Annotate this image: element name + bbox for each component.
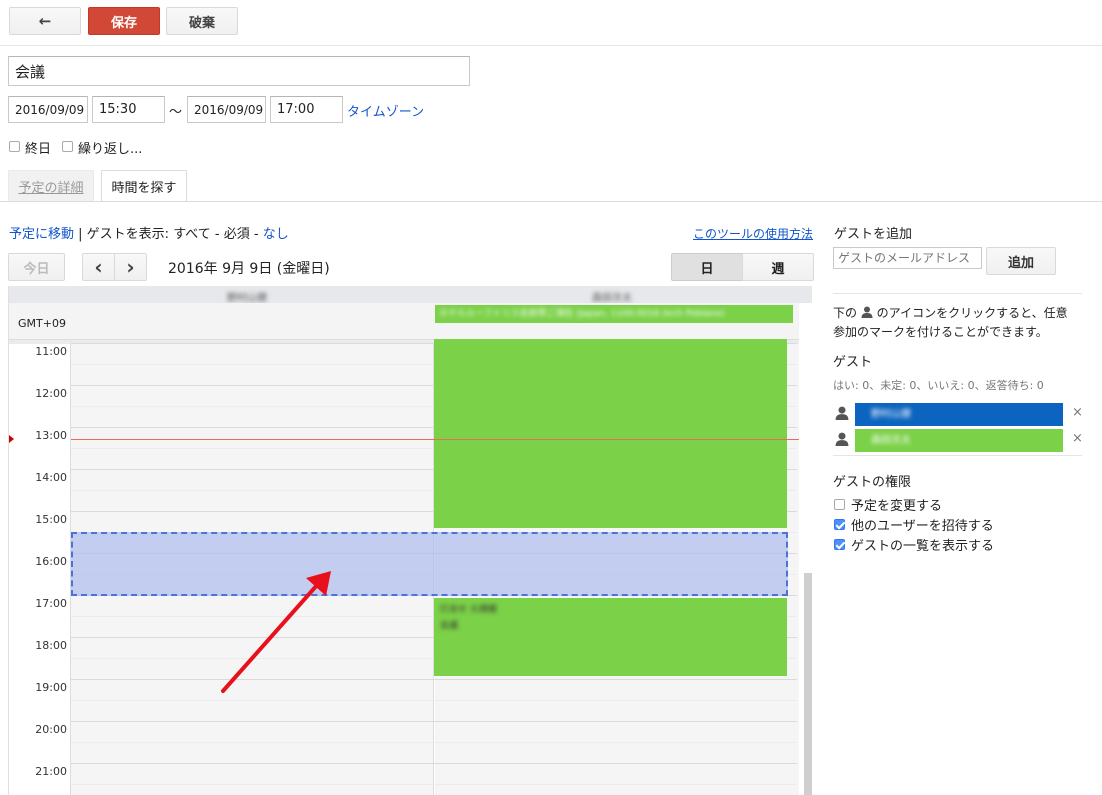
half-hour-line bbox=[71, 700, 797, 701]
show-guests-label: ゲストを表示: bbox=[86, 227, 174, 242]
today-button[interactable]: 今日 bbox=[8, 253, 65, 281]
guest-2-person-icon[interactable] bbox=[835, 432, 849, 446]
hour-label: 20:00 bbox=[35, 723, 67, 736]
perm-invite-checkbox[interactable] bbox=[834, 519, 845, 530]
start-date-value: 2016/09/09 bbox=[15, 102, 85, 117]
discard-button[interactable]: 破棄 bbox=[166, 7, 238, 35]
hour-line bbox=[71, 763, 797, 764]
hour-label: 19:00 bbox=[35, 681, 67, 694]
end-date-input[interactable]: 2016/09/09 bbox=[187, 96, 266, 123]
show-none-link[interactable]: なし bbox=[263, 227, 289, 242]
go-to-event-link[interactable]: 予定に移動 bbox=[9, 227, 74, 242]
optional-hint: 下の のアイコンをクリックすると、任意 参加のマークを付けることができます。 bbox=[833, 306, 1068, 339]
perm-see-guests-checkbox[interactable] bbox=[834, 539, 845, 550]
range-separator: 〜 bbox=[169, 105, 183, 120]
back-arrow-icon: ← bbox=[38, 12, 52, 30]
perm-invite-label: 他のユーザーを招待する bbox=[851, 519, 994, 534]
event-title-value: 会議 bbox=[15, 62, 46, 81]
busy-block-1[interactable] bbox=[434, 339, 787, 528]
tab-event-details[interactable]: 予定の詳細 bbox=[8, 170, 94, 202]
remove-guest-1-icon[interactable]: × bbox=[1072, 405, 1083, 420]
start-time-value: 15:30 bbox=[99, 102, 137, 117]
tab-find-time-label: 時間を探す bbox=[111, 180, 177, 196]
start-time-input[interactable]: 15:30 bbox=[92, 96, 165, 123]
tab-find-time[interactable]: 時間を探す bbox=[101, 170, 187, 202]
end-time-value: 17:00 bbox=[277, 102, 315, 117]
hour-line bbox=[71, 679, 797, 680]
tool-help-link[interactable]: このツールの使用方法 bbox=[693, 225, 813, 242]
hour-label: 13:00 bbox=[35, 429, 67, 442]
half-hour-line bbox=[71, 742, 797, 743]
prev-day-button[interactable]: ‹ bbox=[82, 253, 115, 281]
perm-modify-label: 予定を変更する bbox=[851, 499, 943, 514]
hour-label: 18:00 bbox=[35, 639, 67, 652]
repeat-label: 繰り返し... bbox=[78, 142, 143, 157]
hour-label: 14:00 bbox=[35, 471, 67, 484]
current-time-line bbox=[71, 439, 799, 440]
add-guest-button[interactable]: 追加 bbox=[986, 247, 1056, 275]
guest-response-counts: はい: 0、未定: 0、いいえ: 0、返答待ち: 0 bbox=[833, 379, 1044, 392]
guest-email-input[interactable] bbox=[833, 247, 982, 269]
end-date-value: 2016/09/09 bbox=[194, 102, 264, 117]
chevron-right-icon: › bbox=[126, 255, 135, 279]
perm-see-guests-label: ゲストの一覧を表示する bbox=[851, 539, 995, 554]
timezone-label: GMT+09 bbox=[18, 317, 66, 330]
hour-label: 15:00 bbox=[35, 513, 67, 526]
calendar-scrollbar[interactable] bbox=[804, 573, 812, 795]
hour-label: 21:00 bbox=[35, 765, 67, 778]
perm-modify-checkbox[interactable] bbox=[834, 499, 845, 510]
guest-1-chip[interactable]: 野村山健 bbox=[855, 403, 1063, 426]
add-guest-title: ゲストを追加 bbox=[834, 227, 913, 242]
hour-label: 17:00 bbox=[35, 597, 67, 610]
find-time-calendar: 野村山健 森田次太 GMT+09 ホテルルーフトリス名前帯ご滞在 (Japan,… bbox=[8, 286, 812, 795]
guest-column-2-name: 森田次太 bbox=[592, 293, 632, 304]
busy-block-2[interactable]: 打合せ 大規模 会議 bbox=[434, 598, 787, 676]
start-date-input[interactable]: 2016/09/09 bbox=[8, 96, 88, 123]
back-button[interactable]: ← bbox=[9, 7, 81, 35]
all-day-checkbox[interactable] bbox=[9, 141, 20, 152]
show-required-option[interactable]: 必須 bbox=[224, 227, 250, 242]
end-time-input[interactable]: 17:00 bbox=[270, 96, 343, 123]
next-day-button[interactable]: › bbox=[114, 253, 147, 281]
guest-1-person-icon[interactable] bbox=[835, 406, 849, 420]
chevron-left-icon: ‹ bbox=[94, 255, 103, 279]
hour-label: 16:00 bbox=[35, 555, 67, 568]
event-title-input[interactable]: 会議 bbox=[8, 56, 470, 86]
person-icon bbox=[861, 306, 873, 318]
show-all-option[interactable]: すべて bbox=[173, 227, 211, 242]
half-hour-line bbox=[71, 784, 797, 785]
all-day-label: 終日 bbox=[25, 142, 52, 157]
guests-title: ゲスト bbox=[833, 355, 873, 370]
toolbar-divider bbox=[0, 45, 1102, 46]
tab-event-details-label: 予定の詳細 bbox=[18, 181, 84, 196]
guest-columns-header bbox=[9, 286, 812, 303]
guest-column-1-name: 野村山健 bbox=[227, 293, 267, 304]
proposed-time-selection[interactable] bbox=[71, 532, 788, 596]
save-button[interactable]: 保存 bbox=[88, 7, 160, 35]
hour-label: 12:00 bbox=[35, 387, 67, 400]
guest-2-chip[interactable]: 森田次太 bbox=[855, 429, 1063, 452]
guest-filter-bar: 予定に移動 | ゲストを表示: すべて - 必須 - なし bbox=[9, 227, 289, 242]
timezone-link[interactable]: タイムゾーン bbox=[347, 101, 424, 120]
sidebar-divider-2 bbox=[833, 455, 1082, 456]
repeat-checkbox[interactable] bbox=[62, 141, 73, 152]
date-heading: 2016年 9月 9日 (金曜日) bbox=[168, 261, 330, 277]
guest-permissions-title: ゲストの権限 bbox=[833, 475, 912, 490]
hour-label: 11:00 bbox=[35, 345, 67, 358]
hour-line bbox=[71, 721, 797, 722]
week-view-button[interactable]: 週 bbox=[742, 253, 814, 281]
tabs-divider bbox=[0, 201, 1102, 202]
remove-guest-2-icon[interactable]: × bbox=[1072, 431, 1083, 446]
day-view-button[interactable]: 日 bbox=[671, 253, 743, 281]
all-day-event[interactable]: ホテルルーフトリス名前帯ご滞在 (Japan, 1100-0016 Arch P… bbox=[435, 305, 793, 323]
sidebar-divider-1 bbox=[833, 293, 1082, 294]
